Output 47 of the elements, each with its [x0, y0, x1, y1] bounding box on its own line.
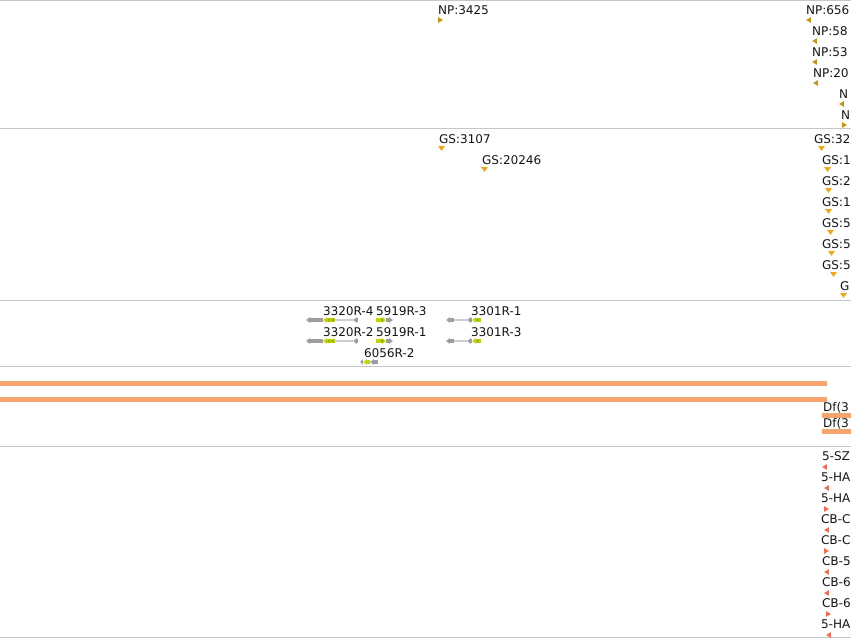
feature-label: GS:5 — [822, 259, 851, 271]
feature-label: G — [840, 280, 850, 292]
feature-label: CB-C — [821, 534, 850, 546]
feature-label: GS:20246 — [482, 154, 542, 166]
feature-label: GS:5 — [822, 217, 851, 229]
feature-label: GS:32 — [814, 133, 850, 145]
triangle-marker-icon — [840, 293, 847, 298]
feature-bar — [822, 429, 851, 434]
triangle-marker-icon — [825, 188, 832, 193]
feature-label: N — [841, 109, 850, 121]
feature-label: CB-5 — [822, 555, 851, 567]
feature-label: 3301R-3 — [471, 326, 522, 338]
feature-label: 5-HA — [821, 471, 850, 483]
feature-label: CB-6 — [822, 597, 851, 609]
feature-label: Df(3 — [823, 417, 849, 429]
feature-label: 3301R-1 — [471, 305, 522, 317]
feature-label: GS:2 — [822, 175, 851, 187]
feature-label: 5-SZ — [822, 450, 850, 462]
feature-label: NP:656 — [806, 4, 850, 16]
feature-label: GS:1 — [822, 154, 851, 166]
feature-label: 6056R-2 — [364, 347, 414, 359]
feature-label: 3320R-2 — [323, 326, 374, 338]
feature-label: 5-HA — [821, 492, 850, 504]
feature-label: NP:53 — [812, 46, 848, 58]
triangle-marker-icon — [818, 146, 825, 151]
feature-label: Df(3 — [823, 401, 849, 413]
triangle-marker-icon — [438, 146, 445, 151]
triangle-marker-icon — [827, 230, 834, 235]
feature-label: GS:3107 — [439, 133, 490, 145]
feature-bar — [822, 413, 851, 418]
feature-label: 5919R-3 — [376, 305, 426, 317]
feature-label: 5919R-1 — [376, 326, 426, 338]
feature-label: N — [839, 88, 848, 100]
feature-label: GS:1 — [822, 196, 851, 208]
feature-label: NP:58 — [812, 25, 848, 37]
triangle-marker-icon — [825, 209, 832, 214]
feature-label: NP:3425 — [438, 4, 489, 16]
triangle-marker-icon — [824, 167, 831, 172]
feature-label: 3320R-4 — [323, 305, 374, 317]
feature-label: GS:5 — [822, 238, 851, 250]
triangle-marker-icon — [830, 272, 837, 277]
triangle-marker-icon — [481, 167, 488, 172]
feature-label: CB-C — [821, 513, 850, 525]
feature-label: NP:20 — [813, 67, 849, 79]
triangle-marker-icon — [828, 251, 835, 256]
feature-label: 5-HA — [821, 618, 850, 630]
feature-label: CB-6 — [822, 576, 851, 588]
